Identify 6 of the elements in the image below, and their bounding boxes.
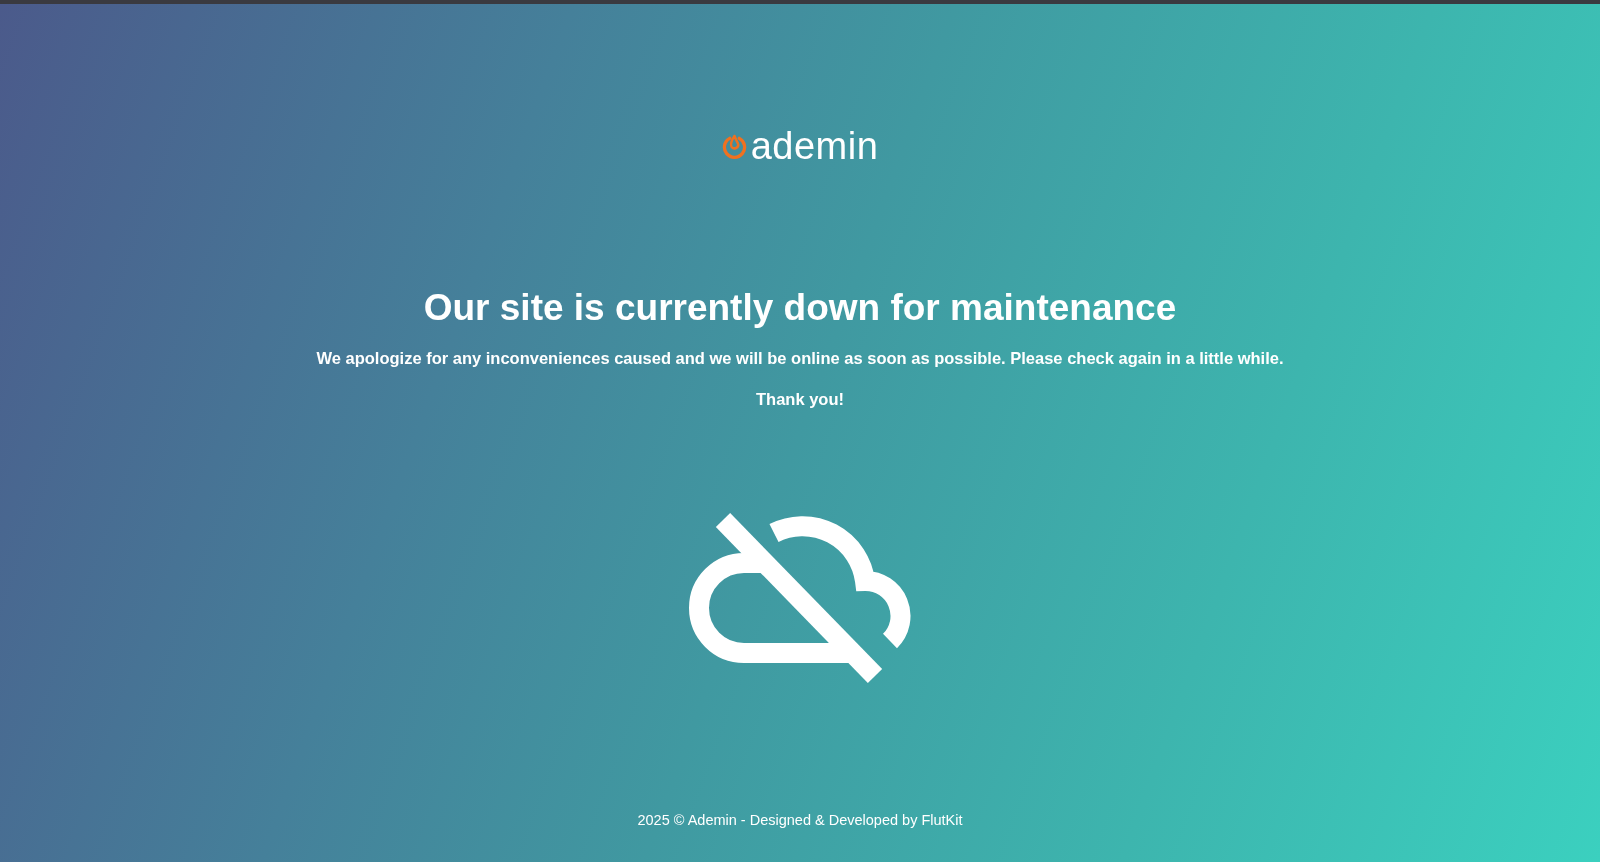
cloud-off-icon: [689, 512, 911, 683]
apology-message: We apologize for any inconveniences caused and we will be online as soon as possible. Please check again in a little while.: [316, 348, 1284, 370]
logo-text: ademin: [750, 127, 879, 165]
maintenance-heading: Our site is currently down for maintenance: [423, 286, 1177, 330]
footer-credits: 2025 © Ademin - Designed & Developed by FlutKit: [637, 811, 963, 831]
thanks-text: Thank you!: [756, 388, 844, 410]
